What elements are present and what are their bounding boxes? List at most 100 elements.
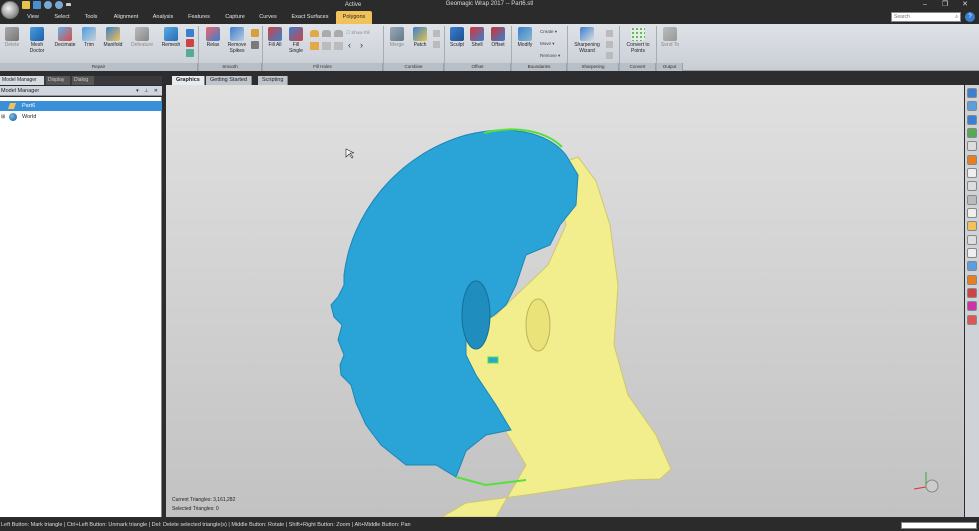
view-icon-6[interactable] (967, 155, 977, 165)
fill-all-button[interactable]: Fill All (265, 27, 285, 61)
defeature-button[interactable]: Defeature (128, 27, 156, 61)
merge-button[interactable]: Merge (386, 27, 408, 61)
close-icon[interactable]: ✕ (955, 0, 975, 11)
sculpt-button[interactable]: Sculpt (447, 27, 467, 61)
sharpening-extra-icon-1[interactable] (606, 30, 613, 37)
remove-dropdown[interactable]: Remove ▾ (540, 53, 560, 59)
group-fill-holes: Fill Holes (263, 63, 383, 71)
tab-display[interactable]: Display (46, 76, 70, 85)
fill-bridge-icon[interactable] (334, 30, 343, 37)
minimize-icon[interactable]: – (915, 0, 935, 11)
view-icon-16[interactable] (967, 288, 977, 298)
repair-extra-icon-2[interactable] (186, 39, 194, 47)
shell-button[interactable]: Shell (468, 27, 486, 61)
show-fill-checkbox[interactable]: ☐ Show Fill (346, 30, 376, 38)
offset-label: Offset (491, 42, 505, 48)
convert-to-points-label: Convert to Points (626, 42, 650, 54)
search-input[interactable]: Search ⌕ (891, 12, 961, 22)
right-view-toolbar (965, 85, 979, 517)
window-controls: – ❐ ✕ (915, 0, 975, 11)
tab-graphics[interactable]: Graphics (172, 76, 205, 85)
sharpening-extra-icon-2[interactable] (606, 41, 613, 48)
tab-features[interactable]: Features (185, 11, 213, 24)
view-icon-12[interactable] (967, 235, 977, 245)
combine-extra-icon-1[interactable] (433, 30, 440, 37)
tab-analysis[interactable]: Analysis (150, 11, 176, 24)
smooth-extra-icon-1[interactable] (251, 29, 259, 37)
chevron-right-icon[interactable]: › (360, 40, 363, 50)
view-icon-15[interactable] (967, 275, 977, 285)
view-icon-8[interactable] (967, 181, 977, 191)
view-icon-3[interactable] (967, 115, 977, 125)
send-to-button[interactable]: Send To (659, 27, 681, 61)
view-icon-7[interactable] (967, 168, 977, 178)
help-icon[interactable]: ? (965, 12, 975, 22)
combine-extra-icon-2[interactable] (433, 41, 440, 48)
fill-option-icon-3[interactable] (334, 42, 343, 50)
panel-controls[interactable]: ▾ ⊥ ✕ (136, 86, 160, 96)
tab-scripting[interactable]: Scripting (258, 76, 289, 85)
tab-curves[interactable]: Curves (257, 11, 279, 24)
expand-icon[interactable]: ⊞ (1, 112, 5, 122)
tab-view[interactable]: View (24, 11, 42, 24)
tree-item-world[interactable]: ⊞ World (0, 112, 162, 122)
maximize-icon[interactable]: ❐ (935, 0, 955, 11)
tab-select[interactable]: Select (51, 11, 73, 24)
repair-extra-icon-3[interactable] (186, 49, 194, 57)
view-icon-17[interactable] (967, 301, 977, 311)
convert-to-points-button[interactable]: Convert to Points (622, 27, 654, 61)
create-label: Create (540, 29, 554, 34)
tree-item-part6[interactable]: Part6 (0, 101, 162, 111)
sharpening-wizard-button[interactable]: Sharpening Wizard (570, 27, 604, 61)
delete-button[interactable]: Delete (2, 27, 22, 61)
smooth-extra-icon-2[interactable] (251, 41, 259, 49)
graphics-viewport[interactable]: Current Triangles: 3,161,282 Selected Tr… (166, 85, 964, 517)
decimate-button[interactable]: Decimate (52, 27, 78, 61)
sharpening-extra-icon-3[interactable] (606, 52, 613, 59)
fill-single-button[interactable]: Fill Single (286, 27, 306, 61)
tab-model-manager[interactable]: Model Manager (0, 76, 44, 85)
chevron-left-icon[interactable]: ‹ (348, 40, 351, 50)
view-icon-18[interactable] (967, 315, 977, 325)
view-icon-14[interactable] (967, 261, 977, 271)
view-icon-13[interactable] (967, 248, 977, 258)
view-icon-10[interactable] (967, 208, 977, 218)
view-icon-1[interactable] (967, 88, 977, 98)
status-text: Left Button: Mark triangle | Ctrl+Left B… (1, 522, 411, 528)
mesh-doctor-button[interactable]: Mesh Doctor (24, 27, 50, 61)
tab-getting-started[interactable]: Getting Started (206, 76, 252, 85)
offset-button[interactable]: Offset (487, 27, 509, 61)
mesh-render[interactable] (166, 85, 964, 517)
view-icon-2[interactable] (967, 101, 977, 111)
relax-button[interactable]: Relax (202, 27, 224, 61)
fill-complete-icon[interactable] (310, 30, 319, 37)
panel-header: Model Manager ▾ ⊥ ✕ (0, 86, 162, 96)
manifold-button[interactable]: Manifold (100, 27, 126, 61)
app-logo-icon[interactable] (1, 1, 19, 19)
search-icon[interactable]: ⌕ (955, 13, 958, 21)
tab-polygons[interactable]: Polygons (336, 11, 372, 24)
move-dropdown[interactable]: Move ▾ (540, 41, 555, 47)
modify-button[interactable]: Modify (514, 27, 536, 61)
tab-tools[interactable]: Tools (81, 11, 101, 24)
repair-extra-icon-1[interactable] (186, 29, 194, 37)
view-icon-4[interactable] (967, 128, 977, 138)
create-dropdown[interactable]: Create ▾ (540, 29, 557, 35)
fill-partial-icon[interactable] (322, 30, 331, 37)
zoom-icon[interactable] (967, 141, 977, 151)
trim-label: Trim (84, 42, 94, 48)
tab-alignment[interactable]: Alignment (110, 11, 142, 24)
trim-button[interactable]: Trim (80, 27, 98, 61)
tab-capture[interactable]: Capture (222, 11, 248, 24)
remove-spikes-button[interactable]: Remove Spikes (225, 27, 249, 61)
fill-option-icon-1[interactable] (310, 42, 319, 50)
patch-button[interactable]: Patch (409, 27, 431, 61)
remesh-button[interactable]: Remesh (158, 27, 184, 61)
view-icon-9[interactable] (967, 195, 977, 205)
fill-option-icon-2[interactable] (322, 42, 331, 50)
tab-exact-surfaces[interactable]: Exact Surfaces (289, 11, 331, 24)
group-convert: Convert (620, 63, 656, 71)
group-combine: Combine (384, 63, 444, 71)
view-icon-11[interactable] (967, 221, 977, 231)
tab-dialog[interactable]: Dialog (72, 76, 94, 85)
